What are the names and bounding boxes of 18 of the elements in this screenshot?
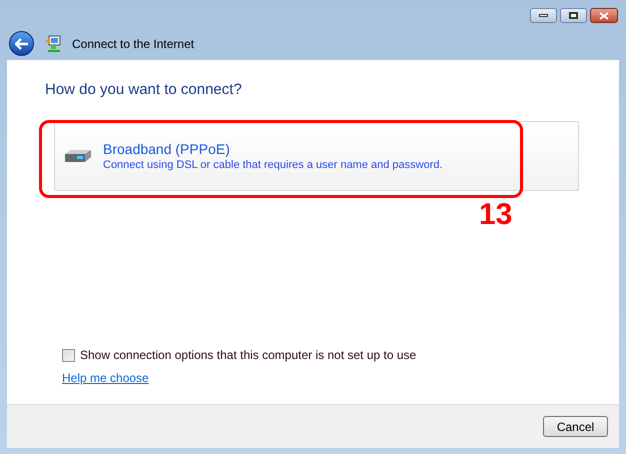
- network-computer-icon: [44, 34, 62, 52]
- connection-option[interactable]: Broadband (PPPoE) Connect using DSL or cable that requires a user name and password.: [54, 121, 579, 191]
- modem-icon: [63, 148, 93, 164]
- checkbox[interactable]: [62, 348, 75, 362]
- maximize-button[interactable]: [560, 8, 587, 23]
- option-description: Connect using DSL or cable that requires a user name and password.: [103, 158, 443, 172]
- help-link[interactable]: Help me choose: [62, 369, 149, 387]
- cancel-button[interactable]: Cancel: [543, 416, 608, 437]
- window-title: Connect to the Internet: [72, 36, 194, 52]
- close-button[interactable]: [590, 8, 618, 23]
- close-icon: [599, 12, 609, 20]
- page-heading: How do you want to connect?: [45, 81, 243, 99]
- minimize-button[interactable]: [530, 8, 557, 23]
- back-arrow-icon: [14, 38, 28, 50]
- checkbox-label: Show connection options that this computer is not set up to use: [80, 347, 416, 364]
- step-number: 13: [479, 198, 512, 232]
- back-button[interactable]: [9, 31, 34, 56]
- option-title: Broadband (PPPoE): [103, 140, 231, 158]
